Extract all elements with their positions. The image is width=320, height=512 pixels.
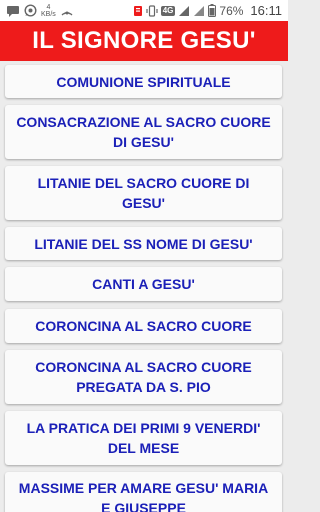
menu-item-label: CANTI A GESU' bbox=[92, 276, 195, 292]
menu-item-label: LA PRATICA DEI PRIMI 9 VENERDI' DEL MESE bbox=[26, 420, 261, 456]
menu-item-label: LITANIE DEL SS NOME DI GESU' bbox=[34, 235, 253, 252]
menu-item-label: CONSACRAZIONE AL SACRO CUORE DI GESU' bbox=[16, 114, 271, 150]
netspeed-indicator: 4 KB/s bbox=[41, 4, 56, 18]
clock: 16:11 bbox=[250, 3, 282, 18]
whatsapp-icon bbox=[24, 4, 37, 17]
menu-item-litanie-ss-nome[interactable]: LITANIE DEL SS NOME DI GESU' bbox=[5, 227, 282, 260]
menu-item-massime-amare-gesu[interactable]: MASSIME PER AMARE GESU' MARIA E GIUSEPPE bbox=[5, 472, 282, 512]
battery-icon bbox=[208, 4, 217, 17]
menu-item-consacrazione-sacro-cuore[interactable]: CONSACRAZIONE AL SACRO CUORE DI GESU' bbox=[5, 105, 282, 159]
menu-item-comunione-spirituale[interactable]: COMUNIONE SPIRITUALE bbox=[5, 65, 282, 98]
messages-icon bbox=[6, 5, 20, 17]
menu-item-label: COMUNIONE SPIRITUALE bbox=[56, 73, 231, 90]
app-bar: IL SIGNORE GESU' bbox=[0, 21, 288, 61]
netspeed-value: 4 bbox=[46, 3, 51, 11]
status-right-icons: 4G 76% 16:11 bbox=[133, 3, 288, 18]
menu-item-litanie-sacro-cuore[interactable]: LITANIE DEL SACRO CUORE DI GESU' bbox=[5, 166, 282, 220]
signal-icon bbox=[193, 5, 205, 17]
status-bar: 4 KB/s 4G 76% 16:11 bbox=[0, 0, 288, 21]
menu-item-coroncina-sacro-cuore[interactable]: CORONCINA AL SACRO CUORE bbox=[5, 309, 282, 343]
menu-item-canti-a-gesu[interactable]: CANTI A GESU' bbox=[5, 267, 282, 301]
signal-icon bbox=[178, 5, 190, 17]
netspeed-unit: KB/s bbox=[41, 10, 56, 18]
menu-item-coroncina-s-pio[interactable]: CORONCINA AL SACRO CUORE PREGATA DA S. P… bbox=[5, 350, 282, 404]
vibrate-icon bbox=[146, 4, 158, 17]
status-left-icons: 4 KB/s bbox=[0, 4, 74, 18]
battery-percent: 76% bbox=[219, 3, 244, 18]
menu-item-label: LITANIE DEL SACRO CUORE DI GESU' bbox=[37, 175, 250, 211]
app-title: IL SIGNORE GESU' bbox=[32, 27, 256, 54]
menu-item-label: CORONCINA AL SACRO CUORE bbox=[35, 318, 252, 334]
menu-item-primi-9-venerdi[interactable]: LA PRATICA DEI PRIMI 9 VENERDI' DEL MESE bbox=[5, 411, 282, 465]
menu-list[interactable]: COMUNIONE SPIRITUALE CONSACRAZIONE AL SA… bbox=[0, 61, 288, 512]
notification-icon bbox=[133, 5, 143, 17]
network-type-badge: 4G bbox=[160, 5, 176, 16]
menu-item-label: CORONCINA AL SACRO CUORE PREGATA DA S. P… bbox=[35, 359, 252, 395]
hotspot-icon bbox=[60, 5, 74, 17]
menu-item-label: MASSIME PER AMARE GESU' MARIA E GIUSEPPE bbox=[18, 480, 269, 512]
